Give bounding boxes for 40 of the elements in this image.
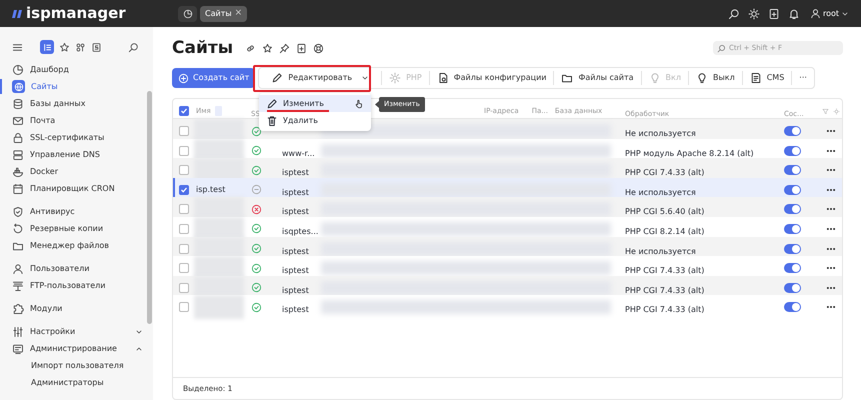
- item-label: Модули: [30, 302, 62, 314]
- item-label: Docker: [30, 166, 58, 178]
- table-cell: Не используется: [625, 129, 696, 138]
- table-cell: Не используется: [625, 188, 696, 197]
- table-cell: PHP CGI 7.4.33 (alt): [625, 286, 704, 295]
- item-label: Пользователи: [30, 262, 90, 274]
- table-cell: PHP CGI 7.4.33 (alt): [625, 168, 704, 178]
- table-cell-text: isp.test: [195, 184, 226, 196]
- tab-label: Сайты: [205, 8, 232, 20]
- table-cell: PHP CGI 8.2.14 (alt): [625, 226, 704, 236]
- table-cell-text: isqptes...: [281, 226, 318, 236]
- item-label: Сайты: [31, 80, 58, 92]
- table-cell-text: isptest: [281, 188, 309, 197]
- item-label: Почта: [30, 114, 56, 126]
- table-cell: PHP модуль Apache 8.2.14 (alt): [625, 148, 754, 158]
- item-label: Резервные копии: [30, 222, 104, 234]
- item-label: Антивирус: [30, 206, 75, 218]
- item-label: Администрирование: [30, 342, 117, 354]
- table-cell: Не используется: [625, 246, 696, 256]
- table-cell-text: isptest: [281, 286, 309, 295]
- table-cell: PHP CGI 7.4.33 (alt): [625, 305, 704, 314]
- table-cell: PHP CGI 5.6.40 (alt): [625, 207, 704, 216]
- app-logo: ispmanager: [26, 6, 126, 21]
- table-cell-text: isptest: [281, 246, 309, 256]
- item-label: Настройки: [30, 326, 76, 338]
- item-label: Менеджер файлов: [30, 240, 109, 252]
- table-cell-text: isptest: [281, 168, 309, 178]
- item-label: Дашборд: [30, 64, 69, 76]
- table-cell-text: www-r...: [281, 148, 315, 158]
- item-label: Базы данных: [30, 98, 86, 110]
- table-cell-text: isptest: [281, 266, 309, 276]
- item-label: SSL-сертификаты: [30, 132, 104, 144]
- item-label: Планировщик CRON: [30, 182, 115, 194]
- table-cell-text: isptest: [281, 207, 309, 216]
- user-name: root: [822, 8, 839, 20]
- table-cell: PHP CGI 7.4.33 (alt): [625, 266, 704, 276]
- item-label: FTP-пользователи: [30, 280, 106, 292]
- page-title: Сайты: [172, 40, 234, 56]
- table-cell-text: isptest: [281, 305, 309, 314]
- item-label: Управление DNS: [30, 148, 100, 160]
